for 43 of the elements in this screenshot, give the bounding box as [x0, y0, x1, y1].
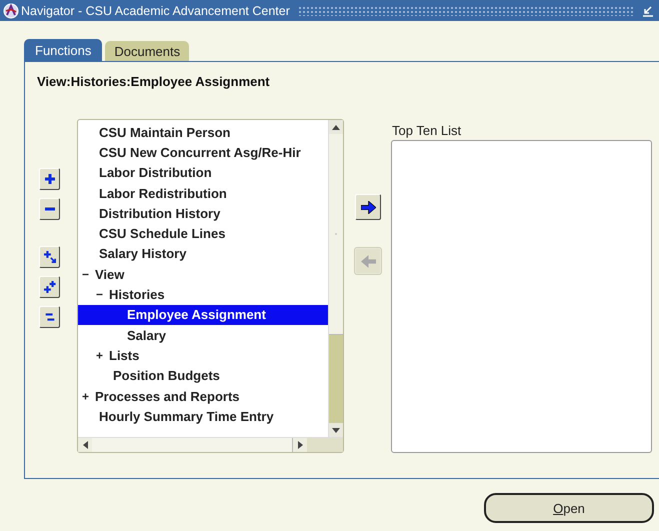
collapse-all-button[interactable]: [39, 306, 60, 328]
tree-item[interactable]: Labor Redistribution: [78, 182, 328, 204]
tree-item[interactable]: Processes and Reports: [78, 386, 328, 406]
right-arrow-icon: [298, 441, 302, 449]
vertical-scrollbar[interactable]: [328, 120, 343, 437]
left-arrow-icon: [360, 254, 376, 268]
tree-item[interactable]: View: [78, 264, 328, 284]
minimize-icon[interactable]: [642, 4, 654, 16]
app-logo-icon: [3, 2, 19, 18]
tree-item[interactable]: Salary History: [78, 244, 328, 264]
list-label: Top Ten List: [391, 122, 462, 140]
collapse-button[interactable]: [39, 198, 60, 220]
tree-item[interactable]: Distribution History: [78, 203, 328, 224]
tree-item[interactable]: Position Budgets: [78, 366, 328, 386]
add-button[interactable]: [355, 194, 381, 220]
up-arrow-icon: [332, 124, 340, 130]
tree-item[interactable]: CSU Maintain Person: [78, 122, 328, 142]
breadcrumb-path: View:Histories:Employee Assignment: [36, 73, 271, 89]
tree-item[interactable]: Hourly Summary Time Entry: [78, 406, 328, 426]
plus-icon[interactable]: [96, 352, 103, 359]
double-plus-icon: [44, 281, 56, 293]
horizontal-scrollbar[interactable]: [78, 437, 343, 452]
expand-branch-button[interactable]: [39, 246, 60, 268]
tree-item[interactable]: Labor Distribution: [78, 162, 328, 183]
tree-item[interactable]: Histories: [78, 284, 328, 305]
tree-item[interactable]: Lists: [78, 345, 328, 366]
expand-all-button[interactable]: [39, 276, 60, 298]
tree-item[interactable]: Employee Assignment: [78, 304, 328, 325]
double-minus-icon: [44, 311, 56, 323]
tree-item[interactable]: CSU Schedule Lines: [78, 223, 328, 244]
open-button[interactable]: Open: [484, 493, 654, 523]
window-title: Navigator - CSU Academic Advancement Center: [21, 4, 290, 18]
tab[interactable]: Documents: [105, 41, 190, 61]
plus-icon: [44, 173, 56, 185]
right-arrow-icon: [360, 200, 376, 214]
tree-item[interactable]: Salary: [78, 324, 328, 346]
tab[interactable]: Functions: [24, 39, 102, 61]
plus-arrow-icon: [44, 251, 56, 263]
expand-button[interactable]: [39, 168, 60, 190]
left-arrow-icon: [82, 441, 88, 449]
plus-icon[interactable]: [82, 392, 89, 400]
down-arrow-icon: [332, 428, 340, 432]
tree-item[interactable]: CSU New Concurrent Asg/Re-Hir: [78, 142, 328, 163]
